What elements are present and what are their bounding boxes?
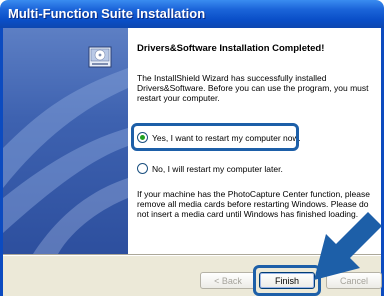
pointer-arrow-icon — [314, 212, 382, 280]
window-title: Multi-Function Suite Installation — [8, 6, 206, 21]
radio-unselected-icon[interactable] — [137, 163, 148, 174]
restart-later-label[interactable]: No, I will restart my computer later. — [152, 164, 283, 174]
title-bar: Multi-Function Suite Installation — [0, 0, 384, 28]
banner-panel — [3, 28, 128, 254]
computer-disk-icon — [88, 46, 112, 68]
restart-later-option[interactable]: No, I will restart my computer later. — [137, 163, 283, 174]
back-button[interactable]: < Back — [200, 272, 256, 289]
restart-option-highlight — [131, 123, 299, 151]
completion-description: The InstallShield Wizard has successfull… — [137, 73, 369, 103]
completion-heading: Drivers&Software Installation Completed! — [137, 43, 325, 54]
